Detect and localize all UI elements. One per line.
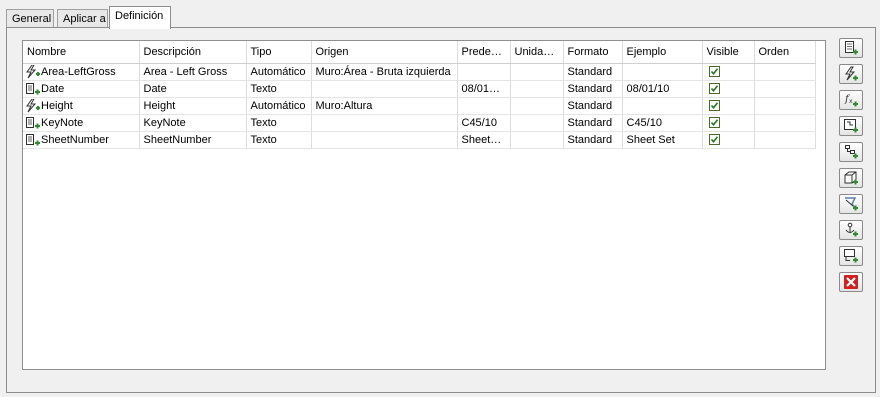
table-row[interactable]: Height Height Automático Muro:Altura Standar… — [23, 97, 816, 115]
visible-checkbox[interactable] — [708, 134, 720, 146]
cell-source[interactable]: Muro:Altura — [311, 97, 458, 115]
tab-aplicar-a[interactable]: Aplicar a — [57, 9, 108, 27]
cell-default[interactable]: C45/10 — [457, 114, 511, 132]
visible-checkbox[interactable] — [708, 100, 720, 112]
add-formula-property-button[interactable]: fx — [839, 90, 863, 110]
cell-visible[interactable] — [702, 97, 755, 115]
property-name: Area-LeftGross — [41, 65, 116, 78]
cell-format[interactable]: Standard — [563, 131, 623, 149]
visible-checkbox[interactable] — [708, 83, 720, 95]
property-definitions-grid: Nombre Descripción Tipo Origen Prede… Un… — [22, 40, 826, 370]
add-text-property-button[interactable] — [839, 38, 863, 58]
cell-source[interactable] — [311, 131, 458, 149]
cell-name[interactable]: Height — [23, 97, 140, 115]
svg-text:x: x — [849, 98, 853, 105]
lightning-formula-icon — [25, 98, 41, 113]
col-visible[interactable]: Visible — [702, 41, 755, 64]
cell-type[interactable]: Texto — [246, 80, 312, 98]
cell-example[interactable]: 08/01/10 — [622, 80, 703, 98]
cell-source[interactable] — [311, 114, 458, 132]
cell-name[interactable]: Date — [23, 80, 140, 98]
col-orden[interactable]: Orden — [754, 41, 816, 64]
cell-example[interactable]: Sheet Set — [622, 131, 703, 149]
cell-format[interactable]: Standard — [563, 114, 623, 132]
cell-description[interactable]: Area - Left Gross — [139, 63, 247, 81]
cell-source[interactable]: Muro:Área - Bruta izquierda — [311, 63, 458, 81]
cell-description[interactable]: SheetNumber — [139, 131, 247, 149]
cell-type[interactable]: Texto — [246, 114, 312, 132]
cell-default[interactable]: Sheet… — [457, 131, 511, 149]
header-row: Nombre Descripción Tipo Origen Prede… Un… — [23, 41, 816, 64]
col-formato[interactable]: Formato — [563, 41, 623, 64]
add-auto-property-button[interactable] — [839, 64, 863, 84]
lightning-formula-icon — [25, 64, 41, 79]
cell-visible[interactable] — [702, 63, 755, 81]
cell-name[interactable]: Area-LeftGross — [23, 63, 140, 81]
cell-name[interactable]: SheetNumber — [23, 131, 140, 149]
text-property-icon — [25, 133, 41, 147]
property-toolbar: fx — [839, 38, 863, 298]
cell-description[interactable]: Height — [139, 97, 247, 115]
definition-panel: Nombre Descripción Tipo Origen Prede… Un… — [6, 27, 876, 393]
col-nombre[interactable]: Nombre — [23, 41, 140, 64]
text-property-icon — [25, 116, 41, 130]
property-name: KeyNote — [41, 116, 84, 129]
cell-format[interactable]: Standard — [563, 80, 623, 98]
col-origen[interactable]: Origen — [311, 41, 458, 64]
cell-units[interactable] — [510, 63, 564, 81]
cell-format[interactable]: Standard — [563, 97, 623, 115]
cell-example[interactable] — [622, 63, 703, 81]
cell-type[interactable]: Automático — [246, 63, 312, 81]
add-classification-property-button[interactable] — [839, 142, 863, 162]
col-descripcion[interactable]: Descripción — [139, 41, 247, 64]
cell-default[interactable] — [457, 63, 511, 81]
property-name: SheetNumber — [41, 133, 109, 146]
col-predeterminado[interactable]: Prede… — [457, 41, 511, 64]
col-tipo[interactable]: Tipo — [246, 41, 312, 64]
property-name: Height — [41, 99, 73, 112]
visible-checkbox[interactable] — [708, 117, 720, 129]
cell-units[interactable] — [510, 80, 564, 98]
cell-visible[interactable] — [702, 114, 755, 132]
add-location-property-button[interactable] — [839, 220, 863, 240]
tab-general[interactable]: General — [6, 9, 54, 27]
add-graphic-property-button[interactable] — [839, 194, 863, 214]
cell-default[interactable]: 08/01… — [457, 80, 511, 98]
table-row[interactable]: SheetNumber SheetNumber Texto Sheet… Standar… — [23, 131, 816, 149]
cell-order[interactable] — [754, 80, 816, 98]
table-row[interactable]: Date Date Texto 08/01… Standard 08/01/10 — [23, 80, 816, 98]
cell-units[interactable] — [510, 97, 564, 115]
cell-name[interactable]: KeyNote — [23, 114, 140, 132]
cell-type[interactable]: Texto — [246, 131, 312, 149]
cell-format[interactable]: Standard — [563, 63, 623, 81]
col-unidades[interactable]: Unida… — [510, 41, 564, 64]
cell-example[interactable] — [622, 97, 703, 115]
cell-order[interactable] — [754, 63, 816, 81]
tab-definicion[interactable]: Definición — [109, 6, 171, 29]
add-anchor-property-button[interactable] — [839, 116, 863, 136]
cell-order[interactable] — [754, 97, 816, 115]
visible-checkbox[interactable] — [708, 66, 720, 78]
cell-default[interactable] — [457, 97, 511, 115]
col-ejemplo[interactable]: Ejemplo — [622, 41, 703, 64]
cell-description[interactable]: KeyNote — [139, 114, 247, 132]
delete-button[interactable] — [839, 272, 863, 292]
cell-visible[interactable] — [702, 80, 755, 98]
cell-example[interactable]: C45/10 — [622, 114, 703, 132]
cell-source[interactable] — [311, 80, 458, 98]
cell-visible[interactable] — [702, 131, 755, 149]
cell-order[interactable] — [754, 131, 816, 149]
cell-type[interactable]: Automático — [246, 97, 312, 115]
cell-units[interactable] — [510, 114, 564, 132]
cell-description[interactable]: Date — [139, 80, 247, 98]
add-material-property-button[interactable] — [839, 168, 863, 188]
property-name: Date — [41, 82, 65, 95]
table-row[interactable]: Area-LeftGross Area - Left Gross Automátic… — [23, 63, 816, 81]
table-row[interactable]: KeyNote KeyNote Texto C45/10 Standard C45/10 — [23, 114, 816, 132]
cell-order[interactable] — [754, 114, 816, 132]
add-project-property-button[interactable] — [839, 246, 863, 266]
property-table: Nombre Descripción Tipo Origen Prede… Un… — [23, 41, 816, 149]
cell-units[interactable] — [510, 131, 564, 149]
text-property-icon — [25, 82, 41, 96]
